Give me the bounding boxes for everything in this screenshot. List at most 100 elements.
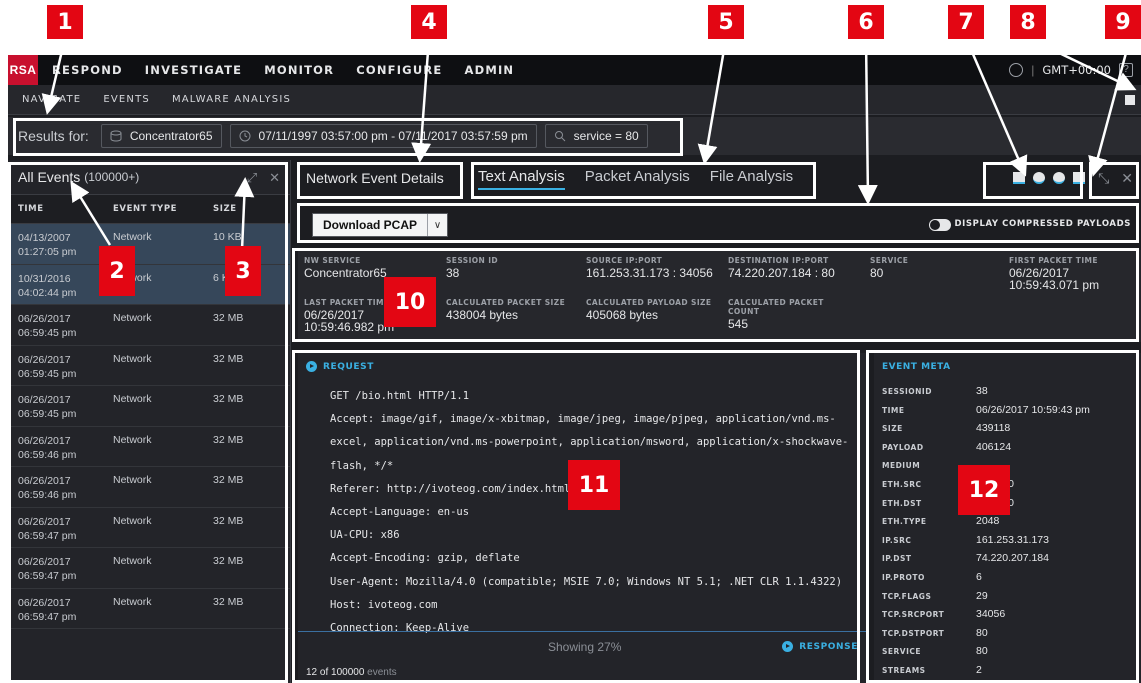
response-link[interactable]: RESPONSE bbox=[782, 641, 858, 652]
event-row[interactable]: 06/26/2017 06:59:46 pm Network 32 MB bbox=[8, 427, 290, 467]
event-time: 06/26/2017 06:59:45 pm bbox=[8, 346, 103, 386]
nav-monitor[interactable]: MONITOR bbox=[264, 63, 334, 77]
event-row[interactable]: 06/26/2017 06:59:47 pm Network 32 MB bbox=[8, 548, 290, 589]
event-clock: 06:59:46 pm bbox=[18, 448, 77, 461]
tab-packet-analysis[interactable]: Packet Analysis bbox=[585, 168, 690, 190]
meta-value: 06/26/2017 10:59:43 pm bbox=[976, 403, 1090, 416]
event-date: 10/31/2016 bbox=[18, 272, 71, 285]
compressed-payloads-toggle[interactable] bbox=[929, 219, 951, 231]
expand-icon[interactable]: ⤢ bbox=[247, 170, 257, 186]
view-back-icon[interactable] bbox=[1053, 172, 1065, 184]
collapse-icon[interactable]: ⤡ bbox=[1098, 170, 1109, 187]
panel-buttons: ⤡ ✕ bbox=[1098, 170, 1133, 187]
source-label: SOURCE IP:PORT bbox=[586, 256, 663, 265]
meta-value: 6 bbox=[976, 571, 982, 583]
subnav-events[interactable]: EVENTS bbox=[103, 94, 150, 105]
event-row[interactable]: 06/26/2017 06:59:45 pm Network 32 MB bbox=[8, 346, 290, 386]
event-date: 06/26/2017 bbox=[18, 556, 71, 568]
event-row[interactable]: 06/26/2017 06:59:45 pm Network 32 MB bbox=[8, 386, 290, 427]
close-details-icon[interactable]: ✕ bbox=[1121, 170, 1133, 187]
event-row[interactable]: 06/26/2017 06:59:46 pm Network 32 MB bbox=[8, 467, 290, 508]
subnav-navigate[interactable]: NAVIGATE bbox=[22, 94, 81, 105]
nav-configure[interactable]: CONFIGURE bbox=[356, 63, 442, 77]
download-pcap-button[interactable]: Download PCAP ∨ bbox=[312, 213, 449, 237]
event-type: Network bbox=[113, 474, 152, 486]
event-row[interactable]: 06/26/2017 06:59:47 pm Network 32 MB bbox=[8, 508, 290, 548]
column-event-type[interactable]: EVENT TYPE bbox=[103, 204, 203, 214]
meta-key: STREAMS bbox=[882, 666, 926, 675]
meta-row[interactable]: SESSIONID 38 bbox=[882, 385, 1137, 401]
meta-row[interactable]: IP.DST 74.220.207.184 bbox=[882, 552, 1137, 568]
meta-row[interactable]: ETH.TYPE 2048 bbox=[882, 515, 1137, 531]
query-value: service = 80 bbox=[573, 129, 639, 143]
meta-row[interactable]: IP.PROTO 6 bbox=[882, 571, 1137, 587]
meta-value: 38 bbox=[976, 385, 988, 397]
nav-admin[interactable]: ADMIN bbox=[464, 63, 514, 77]
view-request-only-icon[interactable] bbox=[1013, 172, 1025, 184]
callout-1: 1 bbox=[47, 5, 83, 39]
view-forward-icon[interactable] bbox=[1033, 172, 1045, 184]
compressed-payloads-label: DISPLAY COMPRESSED PAYLOADS bbox=[954, 219, 1131, 229]
panel-toggle-icon[interactable] bbox=[1125, 95, 1135, 105]
event-clock: 06:59:47 pm bbox=[18, 529, 77, 542]
event-time: 06/26/2017 06:59:46 pm bbox=[8, 467, 103, 507]
event-size: 32 MB bbox=[213, 352, 244, 365]
meta-row[interactable]: TCP.FLAGS 29 bbox=[882, 590, 1137, 606]
meta-row[interactable]: TCP.SRCPORT 34056 bbox=[882, 608, 1137, 624]
tab-text-analysis[interactable]: Text Analysis bbox=[478, 168, 565, 190]
subnav-malware-analysis[interactable]: MALWARE ANALYSIS bbox=[172, 94, 291, 105]
nav-respond[interactable]: RESPOND bbox=[52, 63, 123, 77]
first-packet-label: FIRST PACKET TIME bbox=[1009, 256, 1098, 265]
query-pill[interactable]: service = 80 bbox=[544, 124, 648, 148]
request-header[interactable]: REQUEST bbox=[306, 361, 374, 372]
details-tabs-row: Network Event Details Text Analysis Pack… bbox=[298, 160, 1141, 200]
meta-row[interactable]: STREAMS 2 bbox=[882, 664, 1137, 680]
timezone-label[interactable]: GMT+00:00 bbox=[1042, 63, 1111, 77]
view-mode-buttons bbox=[1013, 172, 1085, 184]
meta-row[interactable]: TIME 06/26/2017 10:59:43 pm bbox=[882, 404, 1137, 420]
event-row[interactable]: 06/26/2017 06:59:47 pm Network 32 MB bbox=[8, 589, 290, 629]
meta-row[interactable]: PAYLOAD 406124 bbox=[882, 441, 1137, 457]
meta-row[interactable]: TCP.DSTPORT 80 bbox=[882, 627, 1137, 643]
meta-key: SERVICE bbox=[882, 647, 922, 657]
callout-9: 9 bbox=[1105, 5, 1141, 39]
meta-row[interactable]: SERVICE 80 bbox=[882, 645, 1137, 661]
events-column-header: TIME EVENT TYPE SIZE bbox=[8, 194, 290, 224]
toggle-knob bbox=[930, 220, 940, 230]
meta-row[interactable]: IP.SRC 161.253.31.173 bbox=[882, 534, 1137, 550]
events-panel-header: All Events (100000+) ⤢ ✕ bbox=[8, 160, 290, 194]
event-count-footer: 12 of 100000 events bbox=[306, 667, 397, 678]
view-split-icon[interactable] bbox=[1073, 172, 1085, 184]
destination-label: DESTINATION IP:PORT bbox=[728, 256, 829, 265]
meta-key: MEDIUM bbox=[882, 461, 921, 471]
column-size[interactable]: SIZE bbox=[203, 204, 283, 214]
analysis-tabs: Text Analysis Packet Analysis File Analy… bbox=[478, 168, 793, 190]
meta-key: TCP.DSTPORT bbox=[882, 628, 945, 638]
meta-value: 80 bbox=[976, 626, 988, 639]
callout-10: 10 bbox=[384, 277, 436, 327]
service-pill[interactable]: Concentrator65 bbox=[100, 124, 222, 148]
event-date: 06/26/2017 bbox=[18, 596, 71, 609]
column-time[interactable]: TIME bbox=[8, 204, 103, 214]
chevron-down-icon[interactable]: ∨ bbox=[427, 214, 447, 236]
event-clock: 06:59:45 pm bbox=[18, 367, 77, 380]
results-bar: Results for: Concentrator65 07/11/1997 0… bbox=[8, 117, 1141, 155]
event-row[interactable]: 06/26/2017 06:59:45 pm Network 32 MB bbox=[8, 305, 290, 346]
event-type: Network bbox=[113, 352, 152, 365]
meta-row[interactable]: SIZE 439118 bbox=[882, 422, 1137, 438]
callout-3: 3 bbox=[225, 246, 261, 296]
event-clock: 01:27:05 pm bbox=[18, 246, 77, 258]
help-icon[interactable]: ? bbox=[1119, 63, 1133, 77]
tab-file-analysis[interactable]: File Analysis bbox=[710, 168, 793, 190]
service-cell: SERVICE 80 bbox=[870, 256, 908, 279]
event-date: 06/26/2017 bbox=[18, 434, 71, 447]
event-meta-panel: EVENT META SESSIONID 38 TIME 06/26/2017 10:… bbox=[874, 353, 1141, 683]
close-icon[interactable]: ✕ bbox=[269, 170, 280, 186]
user-icon[interactable] bbox=[1009, 63, 1024, 77]
event-date: 06/26/2017 bbox=[18, 353, 71, 366]
time-range-pill[interactable]: 07/11/1997 03:57:00 pm - 07/11/2017 03:5… bbox=[229, 124, 537, 148]
nav-investigate[interactable]: INVESTIGATE bbox=[145, 63, 242, 77]
top-navigation: RSA RESPOND INVESTIGATE MONITOR CONFIGUR… bbox=[8, 55, 1141, 85]
event-time: 06/26/2017 06:59:45 pm bbox=[8, 305, 103, 345]
event-meta-title: EVENT META bbox=[882, 362, 951, 372]
